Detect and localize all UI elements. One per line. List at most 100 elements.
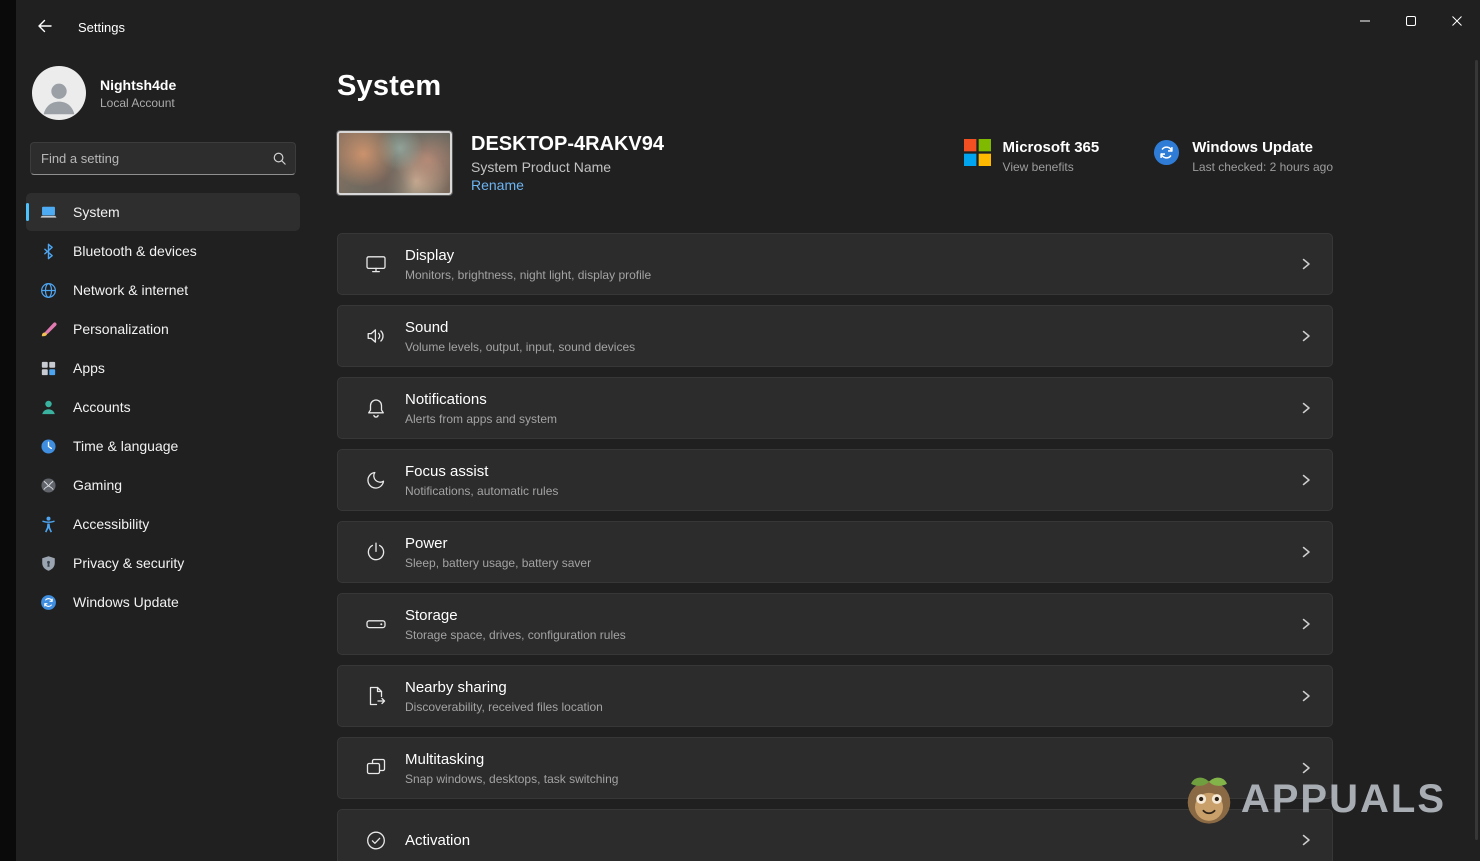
chevron-right-icon — [1298, 544, 1314, 560]
chevron-right-icon — [1298, 328, 1314, 344]
sidebar-item-accounts[interactable]: Accounts — [26, 388, 300, 426]
sidebar-item-personalization[interactable]: Personalization — [26, 310, 300, 348]
row-text: Nearby sharing Discoverability, received… — [405, 679, 603, 714]
activation-check-icon — [364, 828, 388, 852]
settings-row-focus-assist[interactable]: Focus assist Notifications, automatic ru… — [337, 449, 1333, 511]
sidebar-item-label: Gaming — [73, 477, 122, 493]
windows-update-icon — [1153, 139, 1180, 166]
settings-row-notifications[interactable]: Notifications Alerts from apps and syste… — [337, 377, 1333, 439]
system-laptop-icon — [39, 203, 58, 222]
user-profile[interactable]: Nightsh4de Local Account — [26, 58, 300, 134]
row-text: Power Sleep, battery usage, battery save… — [405, 535, 591, 570]
row-text: Display Monitors, brightness, night ligh… — [405, 247, 651, 282]
row-subtitle: Notifications, automatic rules — [405, 484, 558, 498]
microsoft-365-card[interactable]: Microsoft 365 View benefits — [964, 139, 1100, 174]
settings-rows: Display Monitors, brightness, night ligh… — [337, 233, 1333, 861]
back-button[interactable] — [28, 12, 62, 42]
rename-link[interactable]: Rename — [471, 177, 664, 193]
speaker-icon — [364, 324, 388, 348]
settings-row-sound[interactable]: Sound Volume levels, output, input, soun… — [337, 305, 1333, 367]
status-card-text: Microsoft 365 View benefits — [1003, 139, 1100, 174]
power-icon — [364, 540, 388, 564]
row-title: Focus assist — [405, 463, 558, 480]
user-info: Nightsh4de Local Account — [100, 77, 176, 110]
watermark-text: APPUALS — [1241, 777, 1446, 822]
accounts-person-icon — [39, 398, 58, 417]
row-text: Storage Storage space, drives, configura… — [405, 607, 626, 642]
sidebar-item-privacy-security[interactable]: Privacy & security — [26, 544, 300, 582]
row-text: Multitasking Snap windows, desktops, tas… — [405, 751, 618, 786]
settings-row-storage[interactable]: Storage Storage space, drives, configura… — [337, 593, 1333, 655]
status-card-title: Windows Update — [1192, 139, 1333, 156]
sidebar-item-network-internet[interactable]: Network & internet — [26, 271, 300, 309]
minimize-button[interactable] — [1342, 0, 1388, 44]
chevron-right-icon — [1298, 472, 1314, 488]
status-card-text: Windows Update Last checked: 2 hours ago — [1192, 139, 1333, 174]
settings-row-display[interactable]: Display Monitors, brightness, night ligh… — [337, 233, 1333, 295]
row-text: Activation — [405, 832, 470, 849]
share-document-icon — [364, 684, 388, 708]
row-text: Focus assist Notifications, automatic ru… — [405, 463, 558, 498]
sidebar-item-gaming[interactable]: Gaming — [26, 466, 300, 504]
sidebar-item-accessibility[interactable]: Accessibility — [26, 505, 300, 543]
row-title: Multitasking — [405, 751, 618, 768]
maximize-button[interactable] — [1388, 0, 1434, 44]
shield-icon — [39, 554, 58, 573]
sidebar-item-bluetooth-devices[interactable]: Bluetooth & devices — [26, 232, 300, 270]
window-title: Settings — [78, 20, 125, 35]
moon-icon — [364, 468, 388, 492]
update-arrows-icon — [39, 593, 58, 612]
search-input[interactable] — [31, 151, 263, 166]
scrollbar[interactable] — [1475, 60, 1478, 840]
search-box[interactable] — [30, 142, 296, 175]
row-title: Notifications — [405, 391, 557, 408]
chevron-right-icon — [1298, 832, 1314, 848]
device-thumbnail — [337, 131, 452, 195]
sidebar-item-apps[interactable]: Apps — [26, 349, 300, 387]
row-title: Nearby sharing — [405, 679, 603, 696]
status-card-subtitle[interactable]: View benefits — [1003, 160, 1100, 174]
appuals-mascot-logo — [1181, 771, 1237, 827]
row-title: Storage — [405, 607, 626, 624]
sidebar-item-time-language[interactable]: Time & language — [26, 427, 300, 465]
avatar-person-icon — [32, 66, 86, 120]
sidebar-item-label: Network & internet — [73, 282, 188, 298]
back-arrow-icon — [36, 17, 54, 38]
apps-grid-icon — [39, 359, 58, 378]
status-card-subtitle: Last checked: 2 hours ago — [1192, 160, 1333, 174]
sidebar-item-label: Time & language — [73, 438, 178, 454]
close-icon — [1451, 15, 1463, 30]
window-left-edge — [0, 0, 16, 861]
sidebar-item-label: Apps — [73, 360, 105, 376]
gaming-xbox-icon — [39, 476, 58, 495]
sidebar-item-label: Bluetooth & devices — [73, 243, 197, 259]
row-subtitle: Volume levels, output, input, sound devi… — [405, 340, 635, 354]
settings-row-nearby-sharing[interactable]: Nearby sharing Discoverability, received… — [337, 665, 1333, 727]
bell-icon — [364, 396, 388, 420]
windows-update-card[interactable]: Windows Update Last checked: 2 hours ago — [1153, 139, 1333, 174]
sidebar-nav: System Bluetooth & devices Network & int… — [26, 193, 300, 621]
sidebar-item-label: Accounts — [73, 399, 131, 415]
network-globe-icon — [39, 281, 58, 300]
personalization-brush-icon — [39, 320, 58, 339]
settings-row-power[interactable]: Power Sleep, battery usage, battery save… — [337, 521, 1333, 583]
sidebar-item-label: Personalization — [73, 321, 169, 337]
device-info: DESKTOP-4RAKV94 System Product Name Rena… — [471, 131, 664, 195]
sidebar-item-label: System — [73, 204, 120, 220]
close-button[interactable] — [1434, 0, 1480, 44]
device-name: DESKTOP-4RAKV94 — [471, 133, 664, 156]
main-panel: System DESKTOP-4RAKV94 System Product Na… — [312, 54, 1480, 861]
row-subtitle: Sleep, battery usage, battery saver — [405, 556, 591, 570]
sidebar-item-windows-update[interactable]: Windows Update — [26, 583, 300, 621]
titlebar[interactable]: Settings — [16, 0, 1480, 54]
row-title: Sound — [405, 319, 635, 336]
sidebar-item-system[interactable]: System — [26, 193, 300, 231]
row-subtitle: Storage space, drives, configuration rul… — [405, 628, 626, 642]
row-subtitle: Monitors, brightness, night light, displ… — [405, 268, 651, 282]
display-icon — [364, 252, 388, 276]
maximize-icon — [1405, 15, 1417, 30]
row-title: Power — [405, 535, 591, 552]
multitask-windows-icon — [364, 756, 388, 780]
row-subtitle: Discoverability, received files location — [405, 700, 603, 714]
accessibility-person-icon — [39, 515, 58, 534]
